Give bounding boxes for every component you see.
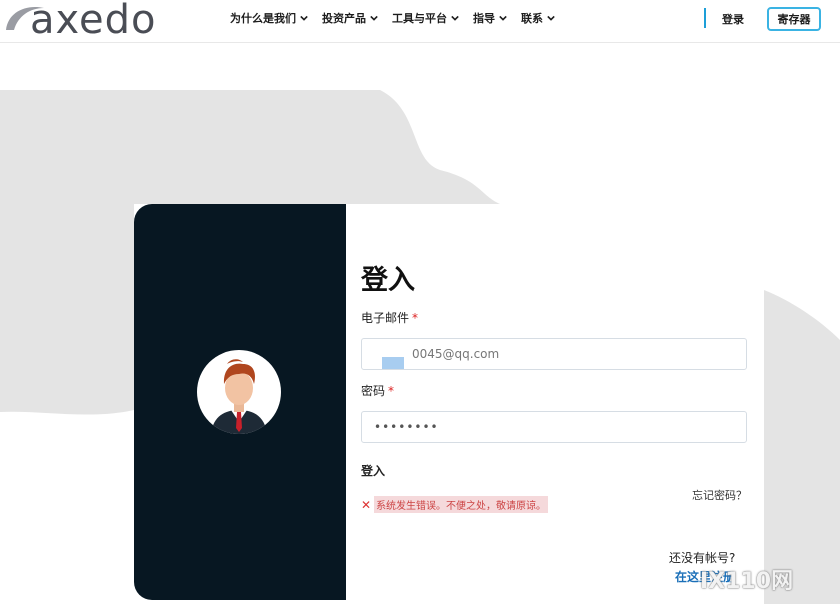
logo-text: axedo: [30, 0, 157, 43]
card-left-panel: [134, 204, 346, 600]
login-link[interactable]: 登录: [722, 11, 744, 27]
login-card: 登入 电子邮件 * 0045@qq.com 密码 * •••••••• 登入 忘记密…: [134, 204, 764, 604]
email-label-text: 电子邮件: [361, 311, 410, 325]
nav-item-tools[interactable]: 工具与平台: [392, 10, 459, 26]
card-right-panel: 登入 电子邮件 * 0045@qq.com 密码 * •••••••• 登入 忘记密…: [346, 204, 764, 604]
close-icon: ✕: [361, 497, 372, 512]
main-nav: 为什么是我们 投资产品 工具与平台 指导 联系: [230, 10, 555, 26]
password-field[interactable]: ••••••••: [361, 411, 747, 443]
chevron-down-icon: [547, 15, 555, 21]
email-field[interactable]: 0045@qq.com: [361, 338, 747, 370]
top-header: axedo 为什么是我们 投资产品 工具与平台 指导 联系 登录 寄存器: [0, 0, 840, 43]
nav-item-why-us[interactable]: 为什么是我们: [230, 10, 308, 26]
password-label-text: 密码: [361, 384, 386, 398]
watermark: IX110网: [700, 569, 794, 594]
forgot-password-link[interactable]: 忘记密码？: [692, 487, 747, 503]
password-label: 密码 *: [361, 382, 394, 399]
nav-label: 工具与平台: [392, 12, 447, 25]
avatar: [197, 350, 281, 434]
error-message: ✕ 系统发生错误。不便之处，敬请原谅。: [361, 496, 549, 513]
nav-item-guide[interactable]: 指导: [473, 10, 507, 26]
login-submit-button[interactable]: 登入: [361, 462, 385, 479]
required-mark: *: [388, 384, 395, 398]
logo[interactable]: axedo: [4, 0, 184, 43]
chevron-down-icon: [370, 15, 378, 21]
nav-item-products[interactable]: 投资产品: [322, 10, 378, 26]
redacted-block: [382, 357, 404, 369]
chevron-down-icon: [451, 15, 459, 21]
nav-label: 投资产品: [322, 12, 366, 25]
password-value: ••••••••: [374, 420, 439, 434]
nav-item-contact[interactable]: 联系: [521, 10, 555, 26]
user-avatar-icon: [211, 359, 267, 434]
nav-label: 指导: [473, 12, 495, 25]
error-text: 系统发生错误。不便之处，敬请原谅。: [374, 496, 549, 513]
page-title: 登入: [361, 265, 415, 296]
email-label: 电子邮件 *: [361, 309, 418, 326]
email-value: 0045@qq.com: [412, 347, 500, 361]
required-mark: *: [412, 311, 419, 325]
nav-label: 联系: [521, 12, 543, 25]
chevron-down-icon: [499, 15, 507, 21]
register-button[interactable]: 寄存器: [767, 7, 821, 31]
header-divider: [704, 8, 706, 28]
chevron-down-icon: [300, 15, 308, 21]
nav-label: 为什么是我们: [230, 12, 296, 25]
